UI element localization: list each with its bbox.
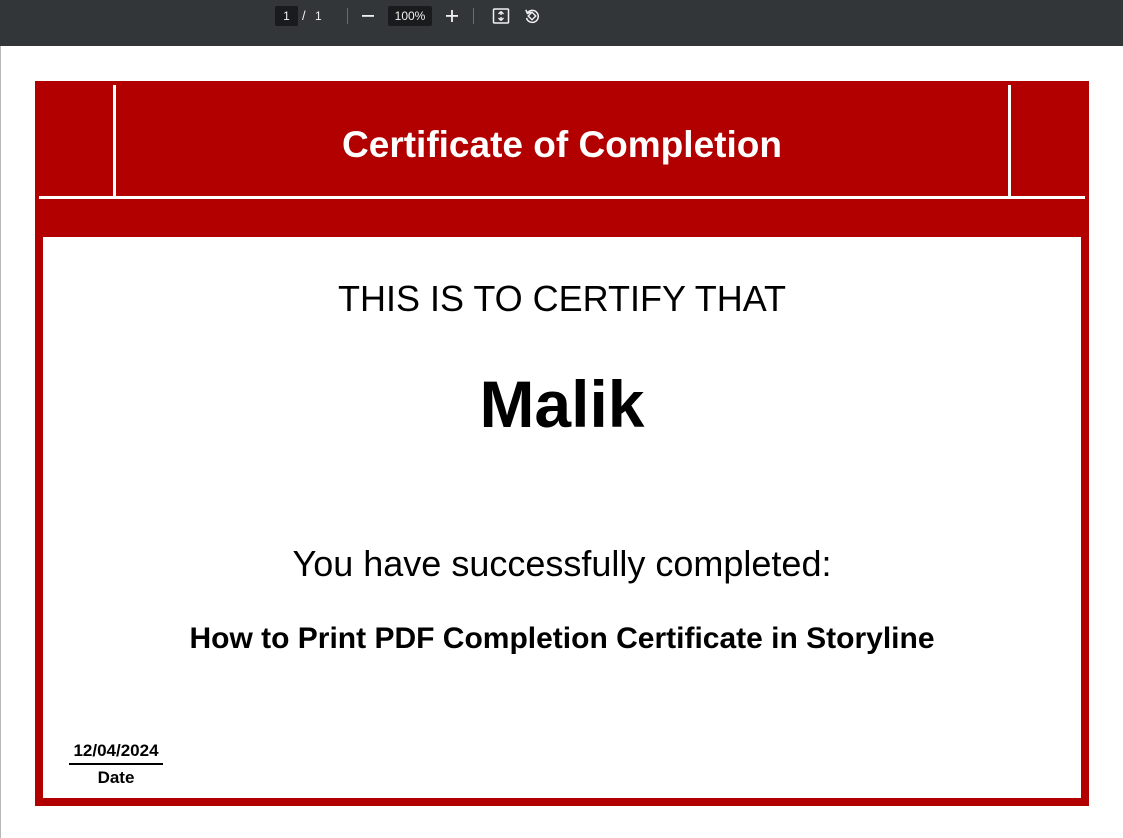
minus-icon xyxy=(362,15,374,17)
page-number-input[interactable]: 1 xyxy=(275,6,298,26)
fit-page-icon xyxy=(492,8,510,24)
pdf-toolbar: 1 / 1 100% xyxy=(0,0,1123,46)
toolbar-divider xyxy=(473,8,474,24)
certificate-header: Certificate of Completion xyxy=(35,81,1089,199)
zoom-in-button[interactable] xyxy=(440,4,464,28)
toolbar-divider xyxy=(347,8,348,24)
certify-statement: THIS IS TO CERTIFY THAT xyxy=(337,278,787,319)
header-divider-right xyxy=(1008,85,1011,198)
zoom-level-input[interactable]: 100% xyxy=(388,6,432,26)
date-label: Date xyxy=(97,768,135,787)
plus-icon xyxy=(446,10,458,22)
page-total: 1 xyxy=(315,9,322,23)
header-divider-bottom xyxy=(39,196,1085,199)
recipient-name: Malik xyxy=(479,367,645,441)
date-value: 12/04/2024 xyxy=(69,741,163,765)
viewport-edge xyxy=(0,46,1,838)
certificate-body: THIS IS TO CERTIFY THAT Malik You have s… xyxy=(43,237,1081,798)
completion-statement: You have successfully completed: xyxy=(292,543,832,584)
rotate-icon xyxy=(525,9,540,24)
fit-to-page-button[interactable] xyxy=(489,4,513,28)
certificate-title: Certificate of Completion xyxy=(342,124,782,165)
rotate-button[interactable] xyxy=(520,4,544,28)
page-separator: / xyxy=(302,8,306,23)
date-block: 12/04/2024 Date xyxy=(69,741,163,789)
certificate: Certificate of Completion THIS IS TO CER… xyxy=(35,81,1089,806)
course-title: How to Print PDF Completion Certificate … xyxy=(189,622,935,655)
zoom-out-button[interactable] xyxy=(356,4,380,28)
